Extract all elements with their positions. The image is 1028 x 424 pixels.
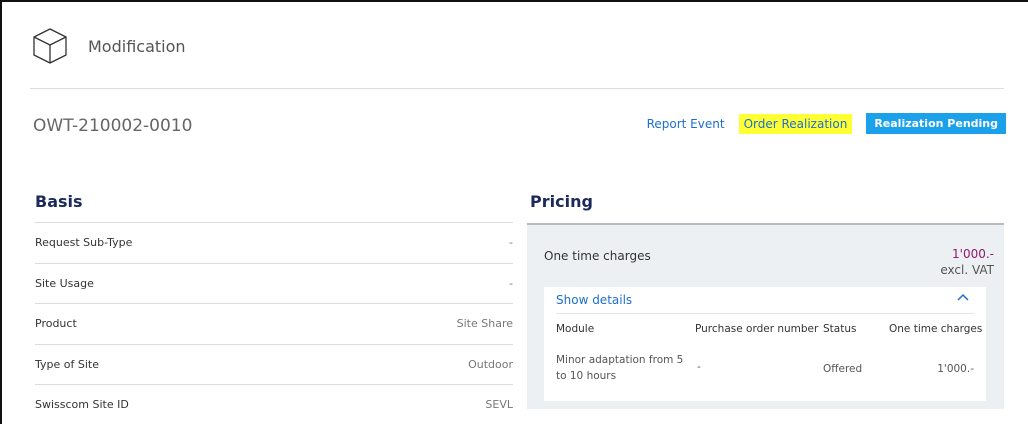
cell-status: Offered	[823, 363, 863, 375]
one-time-charges-amount: 1'000.-	[952, 247, 994, 261]
basis-title: Basis	[35, 192, 83, 211]
one-time-charges-label: One time charges	[544, 249, 651, 263]
action-bar: Report Event Order Realization Realizati…	[647, 113, 1006, 134]
order-realization-link[interactable]: Order Realization	[738, 113, 853, 134]
basis-row-product: Product Site Share	[35, 303, 513, 344]
basis-label: Request Sub-Type	[35, 236, 133, 250]
basis-row-type-of-site: Type of Site Outdoor	[35, 343, 513, 385]
chevron-up-icon[interactable]	[956, 291, 970, 305]
pricing-panel: One time charges 1'000.- excl. VAT Show …	[527, 223, 1004, 409]
vat-note: excl. VAT	[940, 263, 994, 277]
page-header: Modification	[30, 26, 186, 66]
basis-row-swisscom-site-id: Swisscom Site ID SEVL	[35, 384, 513, 424]
report-event-link[interactable]: Report Event	[647, 117, 725, 131]
order-reference: OWT-210002-0010	[33, 116, 193, 136]
cell-module-line1: Minor adaptation from 5	[556, 354, 684, 366]
column-header-charges: One time charges	[889, 323, 983, 335]
basis-label: Product	[35, 317, 77, 331]
basis-value: Site Share	[456, 317, 513, 331]
pricing-title: Pricing	[530, 192, 593, 211]
basis-row-site-usage: Site Usage -	[35, 262, 513, 304]
header-divider	[30, 88, 1004, 89]
column-header-status: Status	[823, 323, 857, 335]
details-divider	[556, 313, 974, 314]
basis-label: Type of Site	[35, 357, 99, 371]
basis-value: SEVL	[485, 398, 513, 412]
show-details-toggle[interactable]: Show details	[556, 293, 632, 307]
column-header-po-number: Purchase order number	[695, 323, 819, 335]
basis-value: -	[509, 276, 513, 290]
column-header-module: Module	[556, 323, 595, 335]
basis-value: Outdoor	[468, 357, 513, 371]
basis-value: -	[509, 236, 513, 250]
details-card: Show details Module Purchase order numbe…	[544, 287, 986, 401]
basis-list: Request Sub-Type - Site Usage - Product …	[35, 222, 513, 424]
status-badge: Realization Pending	[866, 113, 1006, 134]
cell-charges: 1'000.-	[937, 363, 974, 375]
cube-icon	[33, 28, 67, 64]
cell-po-number: -	[697, 361, 701, 373]
basis-row-request-sub-type: Request Sub-Type -	[35, 222, 513, 263]
page-title: Modification	[88, 36, 186, 56]
basis-label: Site Usage	[35, 276, 94, 290]
cell-module-line2: to 10 hours	[556, 370, 617, 382]
basis-label: Swisscom Site ID	[35, 398, 129, 412]
